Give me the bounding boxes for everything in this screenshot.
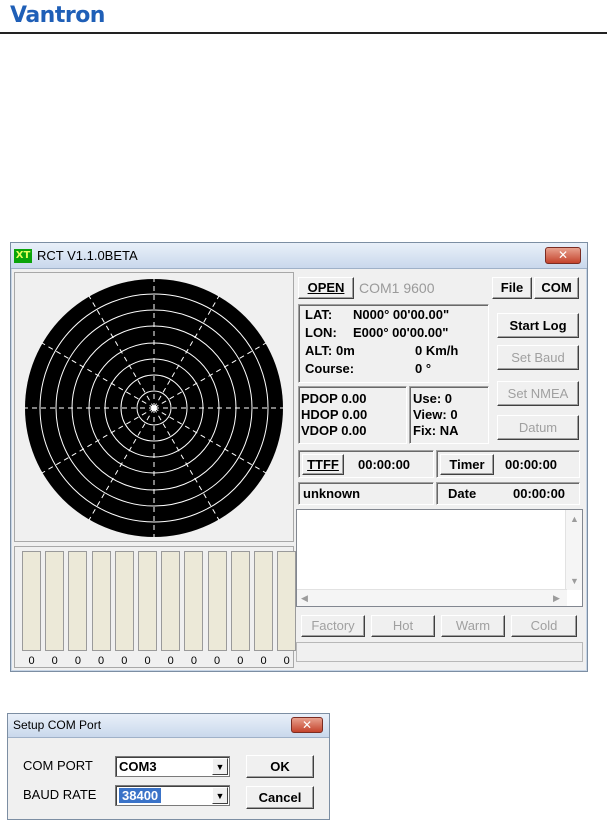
signal-bar-value: 0	[144, 655, 151, 667]
app-icon: XT	[14, 249, 32, 263]
signal-bar-value: 0	[51, 655, 58, 667]
ok-button[interactable]: OK	[246, 755, 314, 778]
signal-bar	[207, 551, 227, 651]
signal-bar-value: 0	[121, 655, 128, 667]
signal-bar	[138, 551, 157, 651]
sky-plot	[25, 279, 283, 537]
vantron-logo: Vantron	[10, 3, 105, 28]
signal-bar	[114, 551, 134, 651]
signal-bar	[184, 551, 204, 651]
fix-status: Fix: NA	[413, 423, 459, 438]
chevron-down-icon[interactable]: ▼	[212, 787, 228, 804]
lon-label: LON:	[305, 325, 337, 340]
signal-bar	[277, 551, 297, 651]
com-port-value: COM3	[119, 759, 157, 774]
signal-bar-value: 0	[283, 655, 290, 667]
cancel-button[interactable]: Cancel	[246, 786, 314, 809]
cold-restart-button[interactable]: Cold	[511, 615, 577, 637]
close-window-button[interactable]: ✕	[545, 247, 581, 264]
signal-bar	[254, 551, 273, 651]
scroll-left-icon[interactable]: ◀	[301, 593, 308, 604]
signal-bar-value: 0	[74, 655, 81, 667]
course-value: 0 °	[415, 361, 432, 376]
ttff-value: 00:00:00	[358, 457, 411, 472]
set-baud-button[interactable]: Set Baud	[497, 345, 579, 370]
start-log-button[interactable]: Start Log	[497, 313, 579, 338]
dialog-title-bar: Setup COM Port ✕	[8, 714, 329, 738]
set-nmea-button[interactable]: Set NMEA	[497, 381, 579, 406]
chevron-down-icon[interactable]: ▼	[212, 758, 228, 775]
timer-button[interactable]: Timer	[440, 454, 494, 475]
port-status: COM1 9600	[359, 280, 435, 296]
alt-label: ALT:	[305, 343, 333, 358]
status-text: unknown	[303, 486, 361, 501]
signal-bar-value: 0	[190, 655, 197, 667]
header-divider	[0, 32, 607, 34]
nmea-output-area[interactable]: ▲ ▼ ◀ ▶	[296, 509, 583, 607]
signal-strength-panel: 0 0 0 0 0 0 0 0 0 0 0 0	[14, 546, 297, 668]
signal-bar-value: 0	[214, 655, 221, 667]
factory-restart-button[interactable]: Factory	[301, 615, 365, 637]
satellite-sky-plot-panel	[14, 272, 294, 542]
signal-bar	[22, 551, 41, 651]
setup-com-port-dialog: Setup COM Port ✕ COM PORT COM3 ▼ BAUD RA…	[7, 713, 330, 820]
ttff-button[interactable]: TTFF	[302, 454, 344, 475]
alt-value: 0m	[336, 343, 355, 358]
hot-restart-button[interactable]: Hot	[371, 615, 435, 637]
speed-value: 0 Km/h	[415, 343, 459, 358]
baud-rate-value: 38400	[119, 788, 162, 803]
signal-bar-value: 0	[237, 655, 244, 667]
baud-rate-select[interactable]: 38400 ▼	[115, 785, 230, 806]
signal-bar	[230, 551, 250, 651]
horizontal-scrollbar[interactable]: ◀ ▶	[297, 589, 567, 606]
scroll-down-icon[interactable]: ▼	[570, 576, 579, 586]
signal-bar-value: 0	[167, 655, 174, 667]
lat-label: LAT:	[305, 307, 333, 322]
date-label: Date	[448, 486, 477, 501]
hdop-value: HDOP 0.00	[301, 407, 368, 422]
pdop-value: PDOP 0.00	[301, 391, 367, 406]
course-label: Course:	[305, 361, 355, 376]
date-value: 00:00:00	[513, 486, 566, 501]
dialog-title: Setup COM Port	[13, 718, 102, 732]
datum-button[interactable]: Datum	[497, 415, 579, 440]
signal-bar-value: 0	[260, 655, 267, 667]
status-bar	[296, 642, 583, 662]
com-port-select[interactable]: COM3 ▼	[115, 756, 230, 777]
window-title: RCT V1.1.0BETA	[37, 248, 138, 263]
open-button[interactable]: OPEN	[298, 277, 354, 299]
sky-plot-center	[151, 405, 157, 411]
scroll-right-icon[interactable]: ▶	[553, 593, 560, 604]
com-button[interactable]: COM	[534, 277, 579, 299]
scroll-up-icon[interactable]: ▲	[570, 514, 579, 524]
sats-in-use: Use: 0	[413, 391, 453, 406]
dialog-close-button[interactable]: ✕	[291, 717, 323, 733]
title-bar: XT RCT V1.1.0BETA ✕	[11, 243, 587, 269]
timer-value: 00:00:00	[505, 457, 558, 472]
signal-bar	[91, 551, 111, 651]
signal-bar	[161, 551, 181, 651]
signal-bar	[68, 551, 88, 651]
signal-bar-value: 0	[98, 655, 105, 667]
warm-restart-button[interactable]: Warm	[441, 615, 505, 637]
vertical-scrollbar[interactable]: ▲ ▼	[565, 510, 582, 590]
rct-main-window: XT RCT V1.1.0BETA ✕ 0 0 0 0 0 0 0 0 0 0 …	[10, 242, 588, 672]
vdop-value: VDOP 0.00	[301, 423, 367, 438]
lon-value: E000° 00'00.00"	[353, 325, 449, 340]
file-button[interactable]: File	[492, 277, 532, 299]
com-port-label: COM PORT	[23, 758, 93, 773]
baud-rate-label: BAUD RATE	[23, 787, 97, 802]
signal-bar-value: 0	[28, 655, 35, 667]
lat-value: N000° 00'00.00"	[353, 307, 450, 322]
signal-bar	[45, 551, 65, 651]
sats-in-view: View: 0	[413, 407, 458, 422]
